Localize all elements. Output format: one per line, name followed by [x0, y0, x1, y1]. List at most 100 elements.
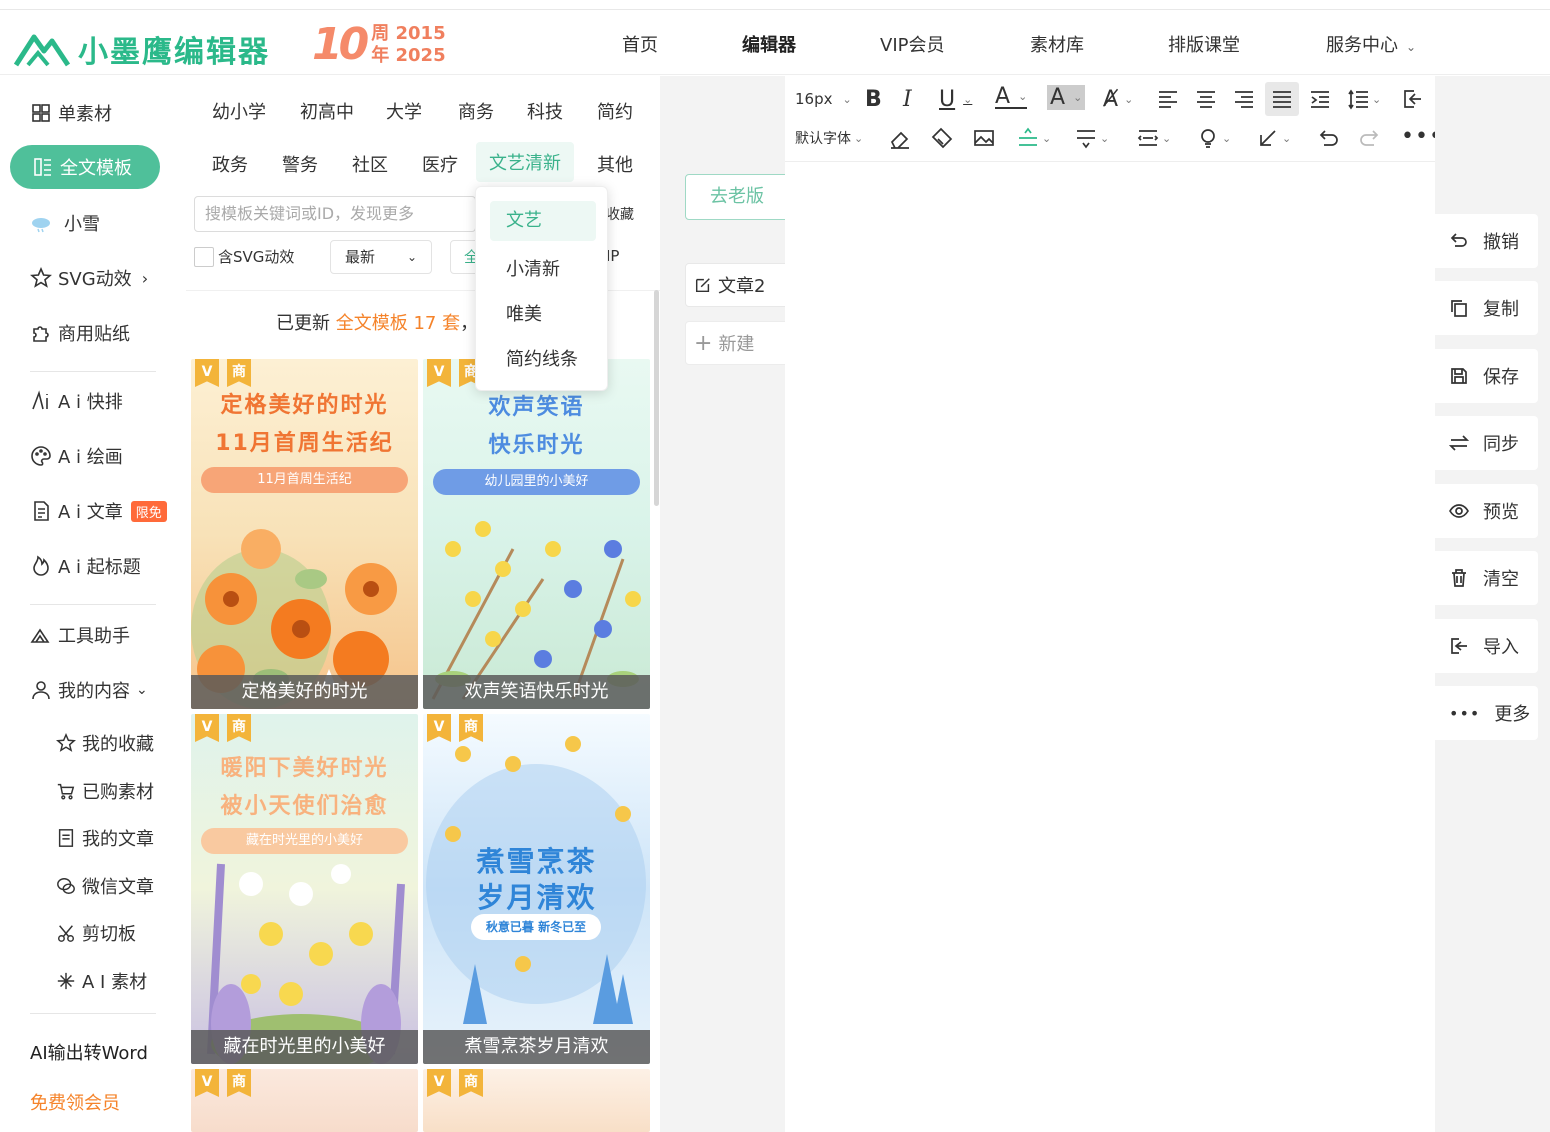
dropdown-item-jianyuexiantiao[interactable]: 简约线条	[506, 345, 578, 371]
indent-icon[interactable]	[1309, 88, 1331, 110]
undo-button[interactable]: 撤销	[1435, 214, 1538, 268]
arrow-icon[interactable]: ⌄	[1257, 127, 1291, 149]
redo-icon[interactable]	[1359, 127, 1381, 149]
eraser-icon[interactable]	[889, 127, 911, 149]
line-height-icon[interactable]: ⌄	[1347, 88, 1381, 110]
checkbox-box[interactable]	[194, 246, 214, 267]
clear-button[interactable]: 清空	[1435, 551, 1538, 605]
copy-button[interactable]: 复制	[1435, 281, 1538, 335]
sidebar-sub-label: 我的收藏	[82, 734, 154, 755]
category-jianyue[interactable]: 简约	[597, 98, 633, 124]
svg-filter-checkbox[interactable]: 含SVG动效	[194, 246, 294, 267]
old-version-button[interactable]: 去老版	[685, 174, 795, 220]
nav-service[interactable]: 服务中心 ⌄	[1326, 31, 1416, 57]
category-zhengwu[interactable]: 政务	[212, 151, 248, 177]
align-right-icon[interactable]	[1233, 88, 1255, 110]
nav-home[interactable]: 首页	[622, 31, 658, 57]
sidebar-item-ai-word[interactable]: AI输出转Word	[30, 1039, 148, 1065]
sidebar-sub-wechat[interactable]: 微信文章	[56, 873, 154, 899]
divider-style-icon[interactable]: ⌄	[1017, 127, 1051, 149]
lightbulb-icon[interactable]: ⌄	[1197, 127, 1231, 149]
sidebar-item-label: 小雪	[64, 214, 100, 235]
category-keji[interactable]: 科技	[527, 98, 563, 124]
undo-icon[interactable]	[1317, 127, 1339, 149]
category-daxue[interactable]: 大学	[386, 98, 422, 124]
template-card[interactable]: V 商	[423, 1069, 650, 1132]
sidebar-sub-purchased[interactable]: 已购素材	[56, 778, 154, 804]
more-button[interactable]: ••• 更多	[1435, 686, 1538, 740]
filter-vip[interactable]: IP	[606, 240, 636, 274]
template-card[interactable]: 暖阳下美好时光 被小天使们治愈 藏在时光里的小美好 V 商 藏在时光里的小美好	[191, 714, 418, 1064]
dropdown-item-wenyi[interactable]: 文艺	[490, 201, 596, 241]
sidebar-sub-clipboard[interactable]: 剪切板	[56, 920, 136, 946]
sidebar-sub-articles[interactable]: 我的文章	[56, 825, 154, 851]
sidebar-item-ai-biaoti[interactable]: A i 起标题	[30, 553, 141, 579]
sidebar-item-svg[interactable]: SVG动效 ›	[30, 265, 148, 291]
font-color-icon[interactable]: A ⌄	[995, 86, 1028, 109]
article-tab[interactable]: 文章2	[685, 263, 795, 307]
dropdown-item-xiaoqingxin[interactable]: 小清新	[506, 255, 560, 281]
sidebar-item-free-vip[interactable]: 免费领会员	[30, 1089, 120, 1115]
paragraph-spacing-icon[interactable]: ⌄	[1075, 127, 1109, 149]
category-jingwu[interactable]: 警务	[282, 151, 318, 177]
sidebar-sub-ai-material[interactable]: A I 素材	[56, 968, 147, 994]
sidebar-item-mycontent[interactable]: 我的内容 ⌄	[30, 677, 148, 703]
notice-highlight[interactable]: 全文模板 17 套	[336, 313, 460, 334]
text-effect-icon[interactable]: Ⱥ ⌄	[1103, 87, 1133, 112]
background-color-icon[interactable]: A ⌄	[1047, 85, 1086, 110]
nav-materials[interactable]: 素材库	[1030, 31, 1084, 57]
template-card[interactable]: 欢声笑语 快乐时光 幼儿园里的小美好 V 商 欢声笑语快乐时光	[423, 359, 650, 709]
justify-icon[interactable]	[1265, 82, 1299, 116]
category-yiliao[interactable]: 医疗	[422, 151, 458, 177]
import-button[interactable]: 导入	[1435, 619, 1538, 673]
sidebar-item-xiaoxue[interactable]: 小雪	[30, 210, 100, 236]
sidebar-item-tools[interactable]: 工具助手	[30, 622, 130, 648]
nav-course[interactable]: 排版课堂	[1168, 31, 1240, 57]
favorite-filter-fragment[interactable]: 收藏	[606, 204, 634, 224]
font-size-select[interactable]: 16px ⌄	[795, 90, 852, 108]
sidebar-item-single[interactable]: 单素材	[30, 100, 112, 126]
category-chugaozhong[interactable]: 初高中	[300, 98, 354, 124]
logo[interactable]: 小墨鹰编辑器	[14, 27, 270, 71]
italic-icon[interactable]: I	[903, 87, 912, 112]
align-left-icon[interactable]	[1157, 88, 1179, 110]
align-center-icon[interactable]	[1195, 88, 1217, 110]
chevron-down-icon: ⌄	[1222, 131, 1232, 145]
user-icon	[32, 681, 50, 700]
category-wenyi-active[interactable]: 文艺清新	[476, 142, 574, 182]
copy-icon	[1451, 300, 1467, 317]
sidebar-item-stickers[interactable]: 商用贴纸	[30, 320, 130, 346]
template-card[interactable]: 煮雪烹茶 岁月清欢 秋意已暮 新冬已至 V 商 煮雪烹茶岁月清欢	[423, 714, 650, 1064]
sync-button[interactable]: 同步	[1435, 416, 1538, 470]
sidebar-item-ai-kuaipai[interactable]: A i 快排	[30, 388, 123, 414]
preview-button[interactable]: 预览	[1435, 484, 1538, 538]
category-youxiaoxue[interactable]: 幼小学	[212, 98, 266, 124]
scrollbar[interactable]	[654, 290, 659, 506]
category-qita[interactable]: 其他	[597, 151, 633, 177]
letter-spacing-icon[interactable]: ⌄	[1137, 127, 1171, 149]
dropdown-item-weimei[interactable]: 唯美	[506, 300, 542, 326]
format-painter-icon[interactable]	[931, 127, 953, 149]
sidebar-item-full-template[interactable]: 全文模板	[10, 145, 160, 189]
font-family-select[interactable]: 默认字体 ⌄	[795, 128, 863, 148]
template-card[interactable]: 定格美好的时光 11月首周生活纪 11月首周生活纪 V 商 定格美好的时光	[191, 359, 418, 709]
search-input[interactable]: 搜模板关键词或ID，发现更多	[194, 196, 476, 232]
bold-icon[interactable]: B	[865, 87, 882, 112]
underline-icon[interactable]: U ⌄	[939, 87, 972, 112]
exit-icon[interactable]	[1401, 88, 1423, 110]
template-card[interactable]: V 商	[191, 1069, 418, 1132]
sidebar-sub-favorites[interactable]: 我的收藏	[56, 730, 154, 756]
chevron-down-icon: ⌄	[406, 250, 417, 264]
category-shequ[interactable]: 社区	[352, 151, 388, 177]
nav-vip[interactable]: VIP会员	[880, 31, 944, 57]
save-button[interactable]: 保存	[1435, 349, 1538, 403]
toolbox-icon	[30, 628, 50, 643]
new-article-button[interactable]: + 新建	[685, 321, 795, 365]
sort-select[interactable]: 最新 ⌄	[330, 240, 432, 274]
image-icon[interactable]	[973, 127, 995, 149]
sidebar-item-label: 我的内容	[58, 681, 130, 702]
sidebar-item-ai-huihua[interactable]: A i 绘画	[30, 443, 123, 469]
category-shangwu[interactable]: 商务	[458, 98, 494, 124]
sidebar-item-ai-wenzhang[interactable]: A i 文章 限免	[30, 498, 167, 524]
nav-editor[interactable]: 编辑器	[742, 31, 796, 57]
